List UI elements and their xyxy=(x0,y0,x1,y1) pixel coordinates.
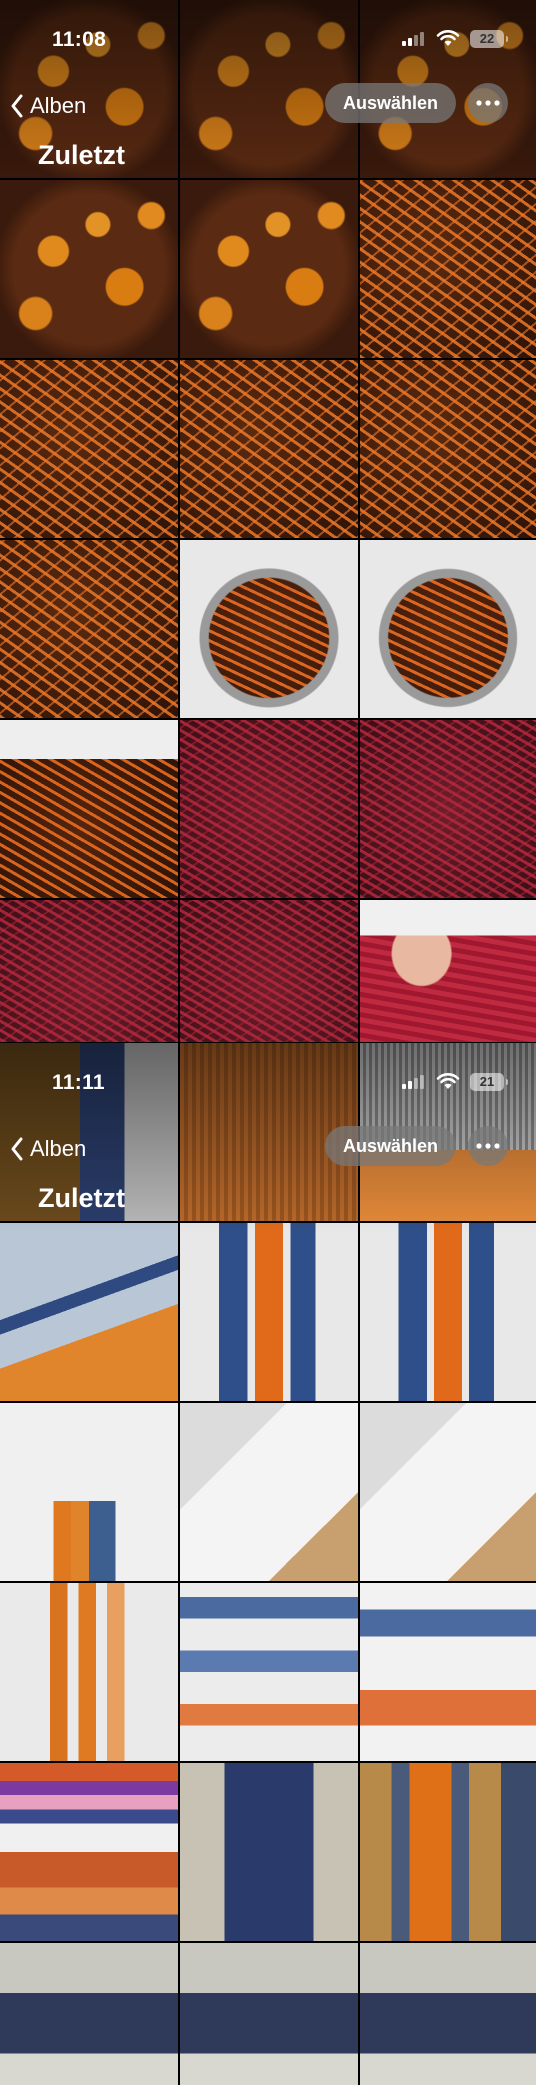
photo-thumbnail[interactable] xyxy=(180,1763,358,1941)
ellipsis-icon xyxy=(476,100,500,106)
photo-thumbnail[interactable] xyxy=(0,1403,178,1581)
photo-thumbnail[interactable] xyxy=(360,720,536,898)
album-title: Zuletzt xyxy=(38,140,125,170)
status-bar: 11:11 21 xyxy=(0,1043,536,1103)
status-time: 11:08 xyxy=(52,28,107,51)
photo-thumbnail[interactable] xyxy=(360,180,536,358)
nav-bar: Alben Auswählen xyxy=(0,82,536,130)
signal-icon xyxy=(402,31,424,46)
chevron-left-icon xyxy=(11,1137,23,1161)
photo-thumbnail[interactable] xyxy=(0,1583,178,1761)
photo-thumbnail[interactable] xyxy=(0,900,178,1042)
battery-icon: 22 xyxy=(470,30,508,48)
photo-thumbnail[interactable] xyxy=(180,1583,358,1761)
photo-thumbnail[interactable] xyxy=(360,1223,536,1401)
photo-thumbnail[interactable] xyxy=(360,900,536,1042)
photo-thumbnail[interactable] xyxy=(180,1403,358,1581)
photo-gallery-page: 11:08 22 Alben Auswählen Zuletzt 11:11 2… xyxy=(0,0,536,2085)
wifi-icon xyxy=(436,30,460,46)
photo-thumbnail[interactable] xyxy=(0,1943,178,2085)
select-button[interactable]: Auswählen xyxy=(325,83,456,123)
signal-icon xyxy=(402,1074,424,1089)
back-button[interactable]: Alben xyxy=(10,1131,86,1167)
photo-thumbnail[interactable] xyxy=(180,900,358,1042)
album-title: Zuletzt xyxy=(38,1183,125,1213)
more-button[interactable] xyxy=(468,83,508,123)
photo-thumbnail[interactable] xyxy=(360,360,536,538)
photo-thumbnail[interactable] xyxy=(180,1943,358,2085)
photo-thumbnail[interactable] xyxy=(360,1943,536,2085)
chevron-left-icon xyxy=(11,94,23,118)
wifi-icon xyxy=(436,1073,460,1089)
photo-thumbnail[interactable] xyxy=(360,540,536,718)
status-time: 11:11 xyxy=(52,1071,105,1094)
ellipsis-icon xyxy=(476,1143,500,1149)
photo-thumbnail[interactable] xyxy=(180,1223,358,1401)
back-label: Alben xyxy=(30,93,87,118)
photo-thumbnail[interactable] xyxy=(0,720,178,898)
photo-thumbnail[interactable] xyxy=(0,1223,178,1401)
photo-thumbnail[interactable] xyxy=(360,1763,536,1941)
battery-icon: 21 xyxy=(470,1073,508,1091)
back-button[interactable]: Alben xyxy=(10,88,86,124)
photo-thumbnail[interactable] xyxy=(0,1763,178,1941)
photo-thumbnail[interactable] xyxy=(0,540,178,718)
photo-thumbnail[interactable] xyxy=(0,360,178,538)
status-bar: 11:08 22 xyxy=(0,0,536,60)
photo-thumbnail[interactable] xyxy=(360,1583,536,1761)
photo-thumbnail[interactable] xyxy=(180,360,358,538)
photo-thumbnail[interactable] xyxy=(180,720,358,898)
gallery-screen-2: 11:11 21 Alben Auswählen Zuletzt xyxy=(0,1043,536,2085)
photo-thumbnail[interactable] xyxy=(180,180,358,358)
photo-thumbnail[interactable] xyxy=(0,180,178,358)
back-label: Alben xyxy=(30,1136,87,1161)
photo-thumbnail[interactable] xyxy=(180,540,358,718)
select-button[interactable]: Auswählen xyxy=(325,1126,456,1166)
nav-bar: Alben Auswählen xyxy=(0,1125,536,1173)
gallery-screen-1: 11:08 22 Alben Auswählen Zuletzt xyxy=(0,0,536,1042)
photo-thumbnail[interactable] xyxy=(360,1403,536,1581)
more-button[interactable] xyxy=(468,1126,508,1166)
